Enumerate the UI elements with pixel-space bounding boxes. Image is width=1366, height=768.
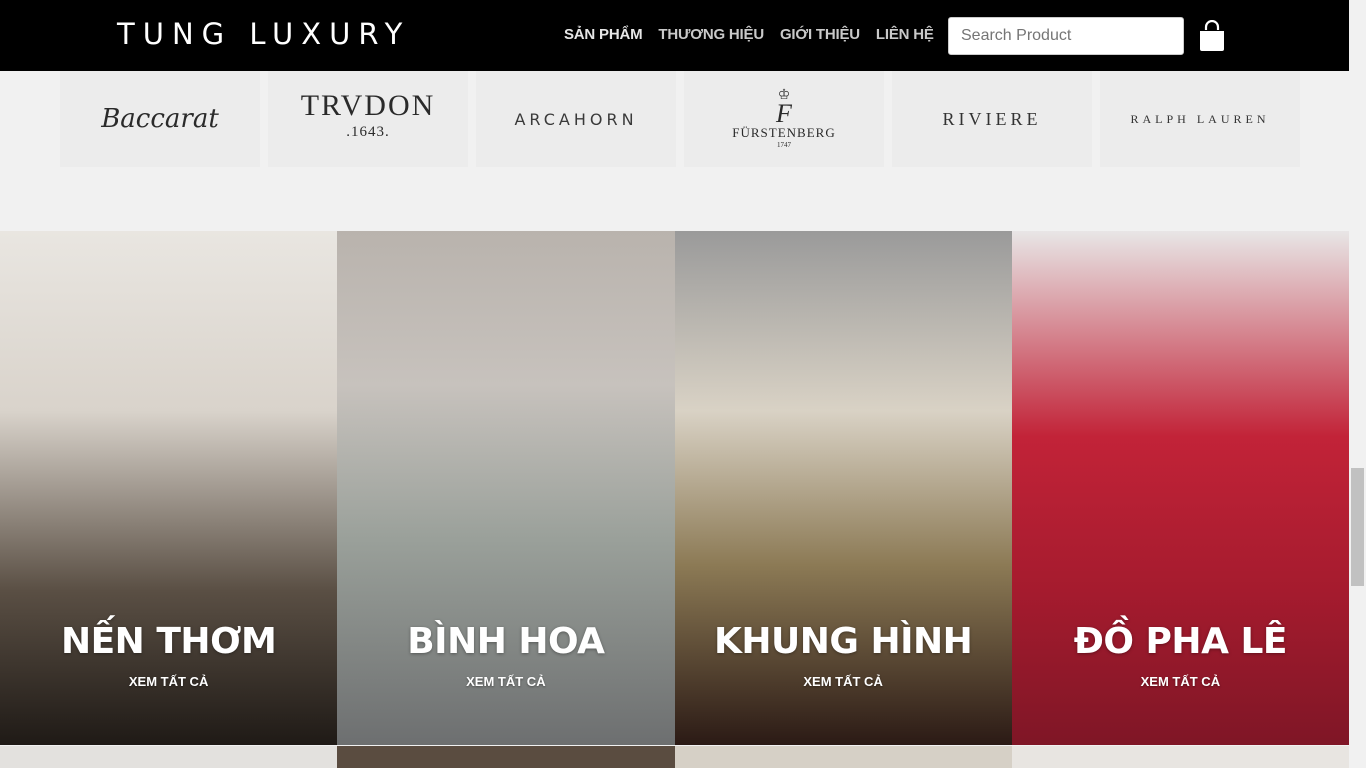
view-all-link[interactable]: XEM TẤT CẢ xyxy=(675,674,1012,689)
brand-riviere-logo: RIVIERE xyxy=(942,108,1042,129)
brand-furstenberg[interactable]: ♔ F FÜRSTENBERG 1747 xyxy=(684,71,884,167)
top-navbar: TUNG LUXURY SẢN PHẨM THƯƠNG HIỆU GIỚI TH… xyxy=(0,0,1349,71)
category-caption: ĐỒ PHA LÊ XEM TẤT CẢ xyxy=(1012,621,1349,689)
scrollbar-thumb[interactable] xyxy=(1351,468,1364,586)
brand-arcahorn-logo: ARCAHORN xyxy=(514,109,638,129)
category-tile-candles[interactable]: NẾN THƠM XEM TẤT CẢ xyxy=(0,231,338,745)
preview-tile xyxy=(1011,746,1349,768)
next-row-preview xyxy=(0,746,1349,768)
nav-contact[interactable]: LIÊN HỆ xyxy=(876,26,934,43)
category-caption: BÌNH HOA XEM TẤT CẢ xyxy=(337,621,674,689)
search-input[interactable] xyxy=(948,17,1184,55)
category-tile-vases[interactable]: BÌNH HOA XEM TẤT CẢ xyxy=(337,231,675,745)
view-all-link[interactable]: XEM TẤT CẢ xyxy=(337,674,674,689)
brand-trudon-name: TRVDON xyxy=(300,89,436,122)
page-scrollbar[interactable] xyxy=(1349,0,1366,768)
category-title: KHUNG HÌNH xyxy=(714,621,973,662)
brand-trudon-year: .1643. xyxy=(346,124,390,140)
category-grid: NẾN THƠM XEM TẤT CẢ BÌNH HOA XEM TẤT CẢ … xyxy=(0,231,1349,745)
brand-ralph-lauren-logo: RALPH LAUREN xyxy=(1130,111,1270,126)
category-tile-crystal[interactable]: ĐỒ PHA LÊ XEM TẤT CẢ xyxy=(1011,231,1349,745)
preview-tile xyxy=(674,746,1012,768)
nav-products[interactable]: SẢN PHẨM xyxy=(564,26,643,43)
site-logo[interactable]: TUNG LUXURY xyxy=(117,17,410,51)
preview-tile xyxy=(337,746,675,768)
category-title: BÌNH HOA xyxy=(407,621,605,662)
view-all-link[interactable]: XEM TẤT CẢ xyxy=(0,674,337,689)
brand-ralph-lauren[interactable]: RALPH LAUREN xyxy=(1100,71,1300,167)
brand-trudon-logo: TRVDON .1643. xyxy=(301,91,436,145)
brand-baccarat[interactable]: Baccarat xyxy=(60,71,260,167)
category-caption: NẾN THƠM XEM TẤT CẢ xyxy=(0,621,337,689)
brand-trudon[interactable]: TRVDON .1643. xyxy=(268,71,468,167)
category-caption: KHUNG HÌNH XEM TẤT CẢ xyxy=(675,621,1012,689)
brand-riviere[interactable]: RIVIERE xyxy=(892,71,1092,167)
brand-baccarat-logo: Baccarat xyxy=(101,104,219,134)
nav-brands[interactable]: THƯƠNG HIỆU xyxy=(658,26,764,43)
category-tile-frames[interactable]: KHUNG HÌNH XEM TẤT CẢ xyxy=(674,231,1012,745)
main-nav: SẢN PHẨM THƯƠNG HIỆU GIỚI THIỆU LIÊN HỆ xyxy=(564,26,950,43)
nav-about[interactable]: GIỚI THIỆU xyxy=(780,26,860,43)
category-title: NẾN THƠM xyxy=(60,621,277,662)
category-title: ĐỒ PHA LÊ xyxy=(1073,621,1288,662)
view-all-link[interactable]: XEM TẤT CẢ xyxy=(1012,674,1349,689)
brand-logo-strip: Baccarat TRVDON .1643. ARCAHORN ♔ F FÜRS… xyxy=(60,71,1300,171)
brand-furstenberg-year: 1747 xyxy=(777,141,791,149)
brand-furstenberg-logo: ♔ F FÜRSTENBERG 1747 xyxy=(732,89,836,150)
shopping-bag-icon[interactable] xyxy=(1198,19,1226,52)
brand-furstenberg-mark: F xyxy=(776,99,792,128)
brand-arcahorn[interactable]: ARCAHORN xyxy=(476,71,676,167)
preview-tile xyxy=(0,746,338,768)
brand-furstenberg-name: FÜRSTENBERG xyxy=(732,125,836,140)
